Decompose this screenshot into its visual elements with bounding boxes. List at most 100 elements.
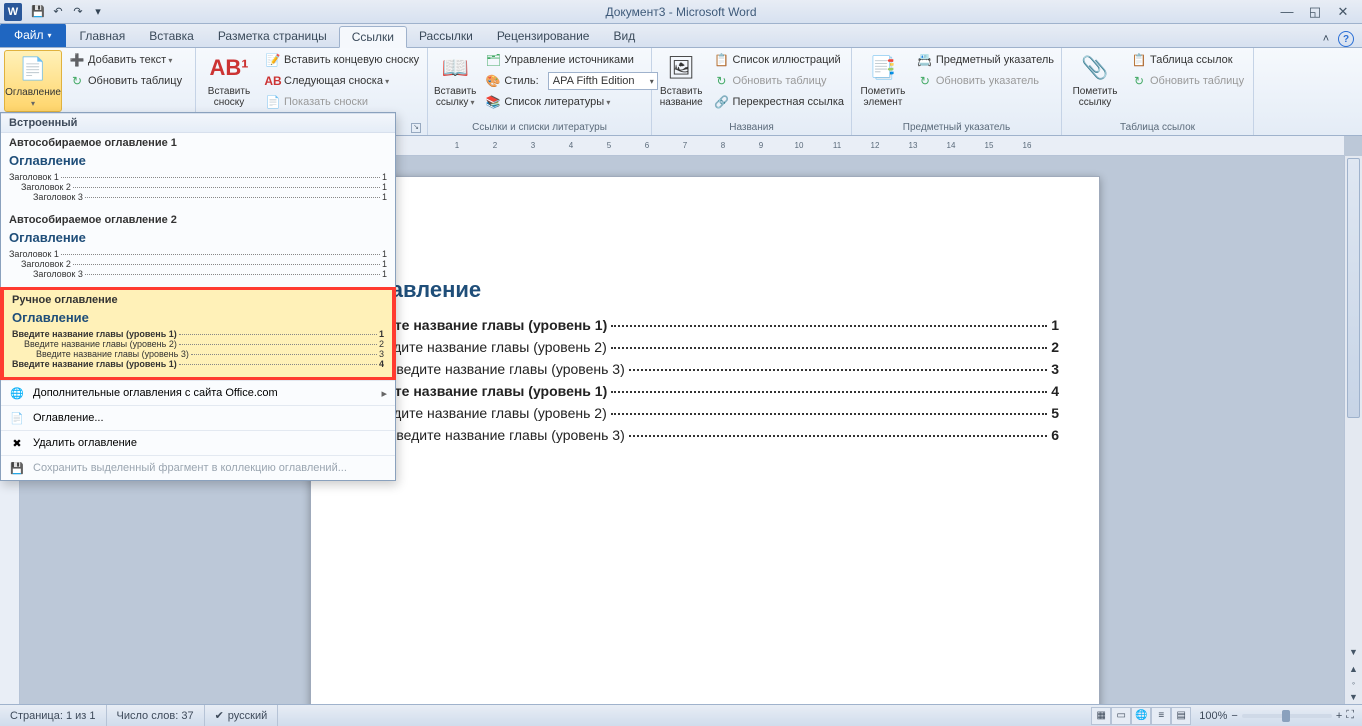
gallery-option-manual-highlighted[interactable]: Ручное оглавление Оглавление Введите наз…: [0, 287, 396, 380]
toc-entry[interactable]: Введите название главы (уровень 3)6: [351, 427, 1059, 443]
titlebar: W 💾 ↶ ↷ ▾ Документ3 - Microsoft Word ― ◱…: [0, 0, 1362, 24]
tab-layout[interactable]: Разметка страницы: [206, 25, 339, 47]
gallery-option-auto1[interactable]: Автособираемое оглавление 1: [1, 133, 395, 151]
mark-citation-button[interactable]: 📎Пометить ссылку: [1066, 50, 1124, 110]
gallery-preview-auto1[interactable]: Оглавление Заголовок 11Заголовок 21Загол…: [9, 153, 387, 202]
gallery-save-selection: 💾Сохранить выделенный фрагмент в коллекц…: [1, 455, 395, 480]
close-button[interactable]: ✕: [1332, 4, 1354, 20]
toc-title[interactable]: Оглавление: [351, 277, 1059, 303]
gallery-custom-toc[interactable]: 📄Оглавление...: [1, 405, 395, 430]
insert-toa-button[interactable]: 📋Таблица ссылок: [1128, 50, 1247, 70]
manage-sources-icon: 🗂: [485, 52, 501, 68]
view-print-layout[interactable]: ▦: [1091, 707, 1111, 725]
toc-entry[interactable]: Введите название главы (уровень 2)5: [351, 405, 1059, 421]
style-icon: 🎨: [485, 73, 501, 89]
show-footnotes-button: 📄Показать сноски: [262, 92, 422, 112]
group-label-captions: Названия: [656, 121, 847, 135]
toc-entry[interactable]: Введите название главы (уровень 1)4: [351, 383, 1059, 399]
cross-ref-icon: 🔗: [713, 94, 729, 110]
mark-entry-button[interactable]: 📑Пометить элемент: [856, 50, 910, 110]
gallery-preview-auto2[interactable]: Оглавление Заголовок 11Заголовок 21Загол…: [9, 230, 387, 279]
tab-home[interactable]: Главная: [68, 25, 138, 47]
toc-icon: 📄: [17, 53, 49, 85]
index-icon: 📇: [917, 52, 933, 68]
caption-icon: 🖼: [665, 52, 697, 84]
insert-endnote-button[interactable]: 📝Вставить концевую сноску: [262, 50, 422, 70]
style-combobox[interactable]: APA Fifth Edition: [548, 72, 658, 90]
restore-button[interactable]: ◱: [1304, 4, 1326, 20]
minimize-button[interactable]: ―: [1276, 4, 1298, 20]
view-fullscreen[interactable]: ▭: [1111, 707, 1131, 725]
quick-access-toolbar: 💾 ↶ ↷ ▾: [30, 4, 106, 20]
zoom-in-button[interactable]: +: [1336, 710, 1342, 722]
tab-insert[interactable]: Вставка: [137, 25, 206, 47]
view-web[interactable]: 🌐: [1131, 707, 1151, 725]
scroll-thumb[interactable]: [1347, 158, 1360, 418]
next-page-icon[interactable]: ▼: [1345, 690, 1362, 704]
gallery-option-auto2[interactable]: Автособираемое оглавление 2: [1, 210, 395, 228]
citation-style-select[interactable]: 🎨Стиль: APA Fifth Edition: [482, 71, 660, 91]
show-notes-icon: 📄: [265, 94, 281, 110]
add-text-button[interactable]: ➕Добавить текст: [66, 50, 185, 70]
zoom-fit-icon[interactable]: ⛶: [1346, 709, 1354, 722]
tab-mailings[interactable]: Рассылки: [407, 25, 485, 47]
spellcheck-icon: ✔: [215, 709, 224, 722]
toc-entry[interactable]: Введите название главы (уровень 1)1: [351, 317, 1059, 333]
list-of-figures-button[interactable]: 📋Список иллюстраций: [710, 50, 847, 70]
insert-index-button[interactable]: 📇Предметный указатель: [914, 50, 1057, 70]
gallery-more-online[interactable]: 🌐Дополнительные оглавления с сайта Offic…: [1, 380, 395, 405]
tab-references[interactable]: Ссылки: [339, 26, 407, 48]
gallery-remove-toc[interactable]: ✖Удалить оглавление: [1, 430, 395, 455]
update-toc-button[interactable]: ↻Обновить таблицу: [66, 71, 185, 91]
toc-dialog-icon: 📄: [9, 410, 25, 426]
next-footnote-button[interactable]: ABСледующая сноска: [262, 71, 422, 91]
ribbon-tabs: Файл▾ Главная Вставка Разметка страницы …: [0, 24, 1362, 48]
status-page[interactable]: Страница: 1 из 1: [0, 705, 107, 726]
vertical-scrollbar[interactable]: ▲ ▼ ▲ ◦ ▼: [1344, 156, 1362, 704]
footnotes-launcher[interactable]: ↘: [411, 123, 421, 133]
toc-entry[interactable]: Введите название главы (уровень 3)3: [351, 361, 1059, 377]
citation-icon: 📖: [439, 52, 471, 84]
page[interactable]: Оглавление Введите название главы (урове…: [310, 176, 1100, 704]
group-label-toa: Таблица ссылок: [1066, 121, 1249, 135]
insert-caption-button[interactable]: 🖼Вставить название: [656, 50, 706, 110]
bibliography-button[interactable]: 📚Список литературы: [482, 92, 660, 112]
ribbon-minimize-icon[interactable]: ˄: [1318, 31, 1334, 47]
zoom-control: 100% − + ⛶: [1191, 709, 1362, 722]
file-tab[interactable]: Файл▾: [0, 23, 66, 47]
update-toa-button: ↻Обновить таблицу: [1128, 71, 1247, 91]
manage-sources-button[interactable]: 🗂Управление источниками: [482, 50, 660, 70]
refresh-icon: ↻: [69, 73, 85, 89]
save-icon[interactable]: 💾: [30, 4, 46, 20]
redo-icon[interactable]: ↷: [70, 4, 86, 20]
bibliography-icon: 📚: [485, 94, 501, 110]
group-label-index: Предметный указатель: [856, 121, 1057, 135]
footnote-icon: AB¹: [213, 52, 245, 84]
gallery-category-builtin: Встроенный: [1, 113, 395, 133]
help-icon[interactable]: ?: [1338, 31, 1354, 47]
refresh-icon: ↻: [713, 73, 729, 89]
insert-citation-button[interactable]: 📖Вставить ссылку: [432, 50, 478, 110]
qat-customize-icon[interactable]: ▾: [90, 4, 106, 20]
tab-view[interactable]: Вид: [601, 25, 647, 47]
cross-reference-button[interactable]: 🔗Перекрестная ссылка: [710, 92, 847, 112]
scroll-down-icon[interactable]: ▼: [1345, 644, 1362, 660]
plus-icon: ➕: [69, 52, 85, 68]
update-figures-button: ↻Обновить таблицу: [710, 71, 847, 91]
toc-button[interactable]: 📄 Оглавление: [4, 50, 62, 112]
insert-footnote-button[interactable]: AB¹Вставить сноску: [200, 50, 258, 110]
toc-entry[interactable]: Введите название главы (уровень 2)2: [351, 339, 1059, 355]
prev-page-icon[interactable]: ▲: [1345, 662, 1362, 676]
zoom-out-button[interactable]: −: [1231, 710, 1237, 722]
tab-review[interactable]: Рецензирование: [485, 25, 602, 47]
undo-icon[interactable]: ↶: [50, 4, 66, 20]
status-language[interactable]: ✔русский: [205, 705, 279, 726]
word-app-icon: W: [4, 3, 22, 21]
view-outline[interactable]: ≡: [1151, 707, 1171, 725]
status-word-count[interactable]: Число слов: 37: [107, 705, 205, 726]
zoom-slider[interactable]: [1242, 714, 1332, 718]
zoom-value[interactable]: 100%: [1199, 710, 1227, 722]
view-draft[interactable]: ▤: [1171, 707, 1191, 725]
figures-list-icon: 📋: [713, 52, 729, 68]
browse-object-icon[interactable]: ◦: [1345, 676, 1362, 690]
